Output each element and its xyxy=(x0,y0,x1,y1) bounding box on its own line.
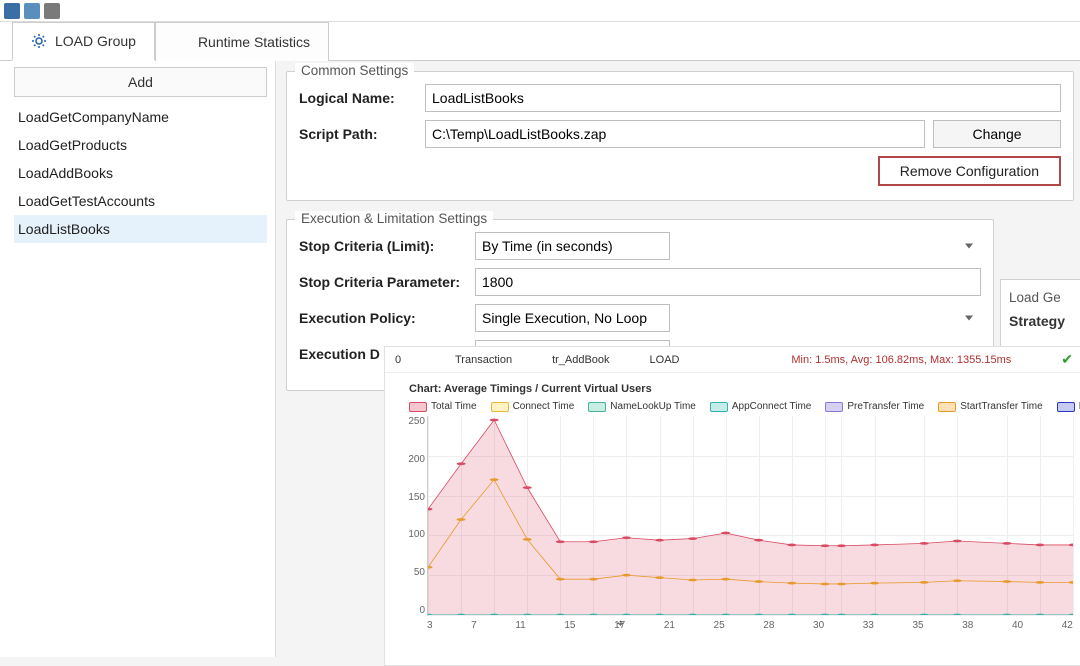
legend-item[interactable]: StartTransfer Time xyxy=(938,401,1042,412)
chart-panel: 0 Transaction tr_AddBook LOAD Min: 1.5ms… xyxy=(384,346,1080,666)
stop-criteria-select[interactable] xyxy=(475,232,670,260)
tab-label: Runtime Statistics xyxy=(198,34,310,50)
legend-item[interactable]: Redirec xyxy=(1057,401,1080,412)
stop-param-label: Stop Criteria Parameter: xyxy=(299,274,467,290)
exec-policy-select[interactable] xyxy=(475,304,670,332)
legend-item[interactable]: Total Time xyxy=(409,401,477,412)
list-item[interactable]: LoadGetTestAccounts xyxy=(14,187,267,215)
exec-policy-label: Execution Policy: xyxy=(299,310,467,326)
legend-item[interactable]: Connect Time xyxy=(491,401,575,412)
chart-title: Chart: Average Timings / Current Virtual… xyxy=(385,373,1080,401)
top-toolbar xyxy=(0,0,1080,22)
legend-item[interactable]: PreTransfer Time xyxy=(825,401,924,412)
legend-swatch xyxy=(938,402,956,412)
remove-configuration-button[interactable]: Remove Configuration xyxy=(878,156,1061,186)
list-item[interactable]: LoadGetCompanyName xyxy=(14,103,267,131)
change-button[interactable]: Change xyxy=(933,120,1061,148)
chart-area: 250200150100500 371115172125283033353840… xyxy=(427,416,1073,634)
main-tab-bar: LOAD Group Runtime Statistics xyxy=(0,22,1080,61)
chart-stats: Min: 1.5ms, Avg: 106.82ms, Max: 1355.15m… xyxy=(791,354,1011,366)
legend-item[interactable]: NameLookUp Time xyxy=(588,401,696,412)
loadgen-row: Strategy xyxy=(1009,313,1080,329)
common-settings-fieldset: Common Settings Logical Name: Script Pat… xyxy=(286,71,1074,201)
load-label: LOAD xyxy=(650,354,680,366)
script-path-label: Script Path: xyxy=(299,126,417,142)
grid-icon xyxy=(174,34,190,50)
legend-item[interactable]: AppConnect Time xyxy=(710,401,812,412)
legend-swatch xyxy=(710,402,728,412)
legend-label: Connect Time xyxy=(513,401,575,412)
logical-name-label: Logical Name: xyxy=(299,90,417,106)
list-item[interactable]: LoadListBooks xyxy=(14,215,267,243)
legend-label: NameLookUp Time xyxy=(610,401,696,412)
toolbar-icon[interactable] xyxy=(44,3,60,19)
legend-label: Total Time xyxy=(431,401,477,412)
check-icon: ✔ xyxy=(1061,351,1073,368)
gear-icon xyxy=(31,33,47,49)
fieldset-legend: Load Ge xyxy=(1009,290,1080,305)
legend-swatch xyxy=(409,402,427,412)
fieldset-legend: Execution & Limitation Settings xyxy=(295,211,493,226)
list-item[interactable]: LoadGetProducts xyxy=(14,131,267,159)
legend-swatch xyxy=(491,402,509,412)
legend-swatch xyxy=(1057,402,1075,412)
sidebar: Add LoadGetCompanyNameLoadGetProductsLoa… xyxy=(0,61,276,657)
legend-swatch xyxy=(588,402,606,412)
logical-name-input[interactable] xyxy=(425,84,1061,112)
legend-label: StartTransfer Time xyxy=(960,401,1042,412)
stop-criteria-label: Stop Criteria (Limit): xyxy=(299,238,467,254)
chart-index: 0 xyxy=(395,354,415,366)
tab-label: LOAD Group xyxy=(55,33,136,49)
tab-runtime-statistics[interactable]: Runtime Statistics xyxy=(155,22,329,61)
tab-load-group[interactable]: LOAD Group xyxy=(12,22,155,61)
script-path-input[interactable] xyxy=(425,120,925,148)
transaction-label: Transaction xyxy=(455,354,512,366)
toolbar-icon[interactable] xyxy=(4,3,20,19)
stop-param-input[interactable] xyxy=(475,268,981,296)
fieldset-legend: Common Settings xyxy=(295,63,414,78)
transaction-value: tr_AddBook xyxy=(552,354,609,366)
legend-swatch xyxy=(825,402,843,412)
chart-header: 0 Transaction tr_AddBook LOAD Min: 1.5ms… xyxy=(385,347,1080,373)
list-item[interactable]: LoadAddBooks xyxy=(14,159,267,187)
legend-label: PreTransfer Time xyxy=(847,401,924,412)
cursor-icon: ⌖ xyxy=(617,616,624,631)
toolbar-icon[interactable] xyxy=(24,3,40,19)
legend-label: AppConnect Time xyxy=(732,401,812,412)
chart-legend: Total Time Connect Time NameLookUp Time App… xyxy=(385,401,1080,416)
add-button[interactable]: Add xyxy=(14,67,267,97)
